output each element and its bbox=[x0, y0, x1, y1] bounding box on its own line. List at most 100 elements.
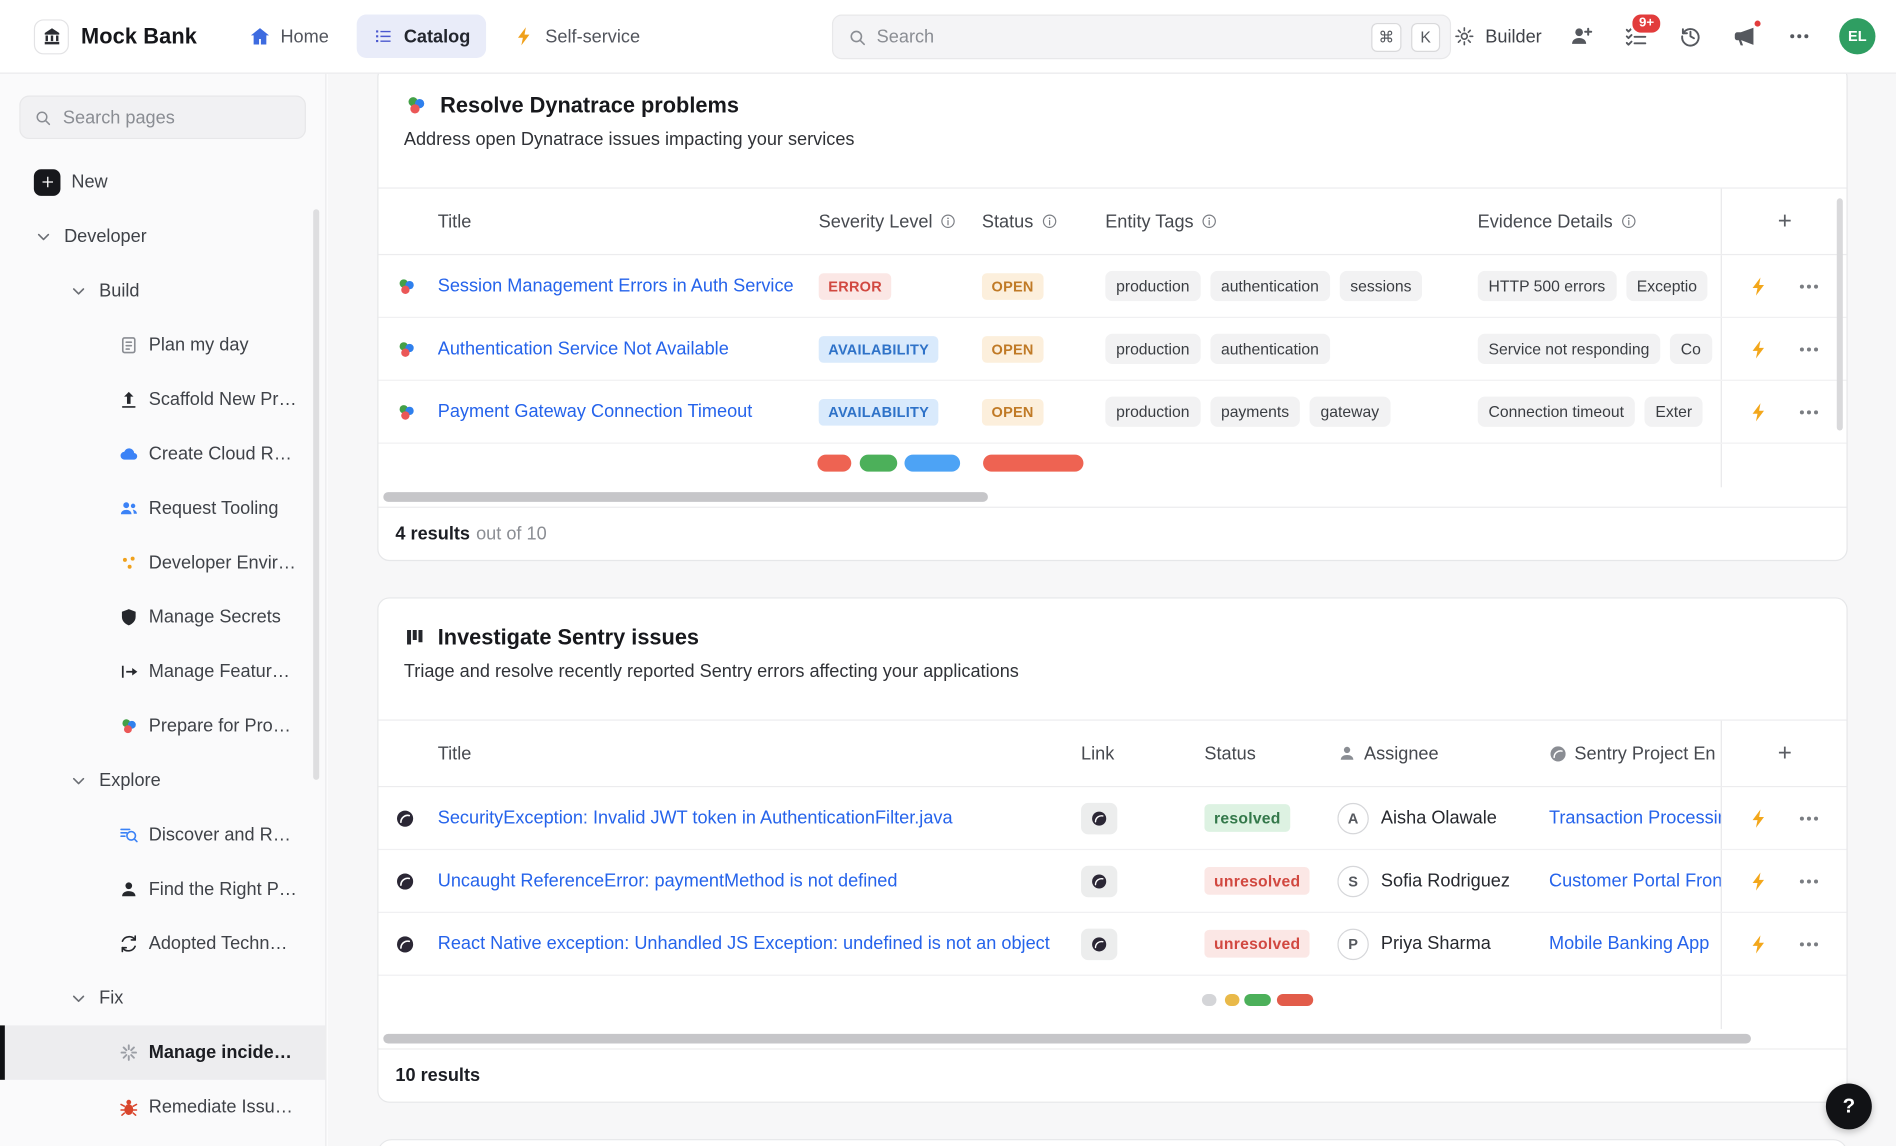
nav-catalog[interactable]: Catalog bbox=[357, 15, 486, 59]
sidebar-item-create-cloud[interactable]: Create Cloud R… bbox=[0, 427, 325, 481]
table-row: Session Management Errors in Auth Servic… bbox=[378, 255, 1846, 318]
sidebar-item-label: Manage Secrets bbox=[149, 607, 281, 628]
scrollbar-thumb[interactable] bbox=[383, 1034, 1751, 1044]
sidebar-section-explore[interactable]: Explore bbox=[0, 753, 325, 807]
evidence-pill: Exter bbox=[1645, 397, 1703, 427]
sidebar-item-remediate-issues[interactable]: Remediate Issu… bbox=[0, 1080, 325, 1134]
run-action-button[interactable] bbox=[1749, 275, 1771, 297]
tasks-button[interactable]: 9+ bbox=[1622, 22, 1651, 51]
entity-title-link[interactable]: Session Management Errors in Auth Servic… bbox=[438, 276, 794, 297]
plus-icon bbox=[34, 169, 61, 196]
column-header-title[interactable]: Title bbox=[438, 721, 1081, 786]
nav-self-service[interactable]: Self-service bbox=[498, 15, 656, 59]
global-search-input[interactable] bbox=[877, 27, 1362, 48]
row-menu-button[interactable] bbox=[1797, 806, 1821, 830]
column-header-link[interactable]: Link bbox=[1081, 721, 1204, 786]
announcements-button[interactable] bbox=[1730, 22, 1759, 51]
skeleton-chip bbox=[1244, 994, 1271, 1006]
sidebar-item-request-tooling[interactable]: Request Tooling bbox=[0, 481, 325, 535]
assignee-avatar: A bbox=[1337, 802, 1368, 833]
entity-title-link[interactable]: Authentication Service Not Available bbox=[438, 339, 729, 360]
sentry-link-button[interactable] bbox=[1081, 865, 1117, 896]
sidebar-section-fix[interactable]: Fix bbox=[0, 971, 325, 1025]
ellipsis-icon bbox=[1797, 274, 1821, 298]
status-badge: OPEN bbox=[982, 398, 1043, 425]
run-action-button[interactable] bbox=[1749, 401, 1771, 423]
sidebar-scrollbar[interactable] bbox=[313, 209, 319, 780]
project-link[interactable]: Transaction Processin bbox=[1549, 808, 1721, 829]
bolt-icon bbox=[1749, 401, 1771, 423]
user-avatar[interactable]: EL bbox=[1839, 18, 1875, 54]
bolt-icon bbox=[1749, 275, 1771, 297]
more-button[interactable] bbox=[1785, 22, 1814, 51]
sidebar-section-build[interactable]: Build bbox=[0, 264, 325, 318]
skeleton-chip bbox=[983, 455, 1083, 472]
add-column-button[interactable]: + bbox=[1778, 209, 1792, 233]
sidebar-section-developer[interactable]: Developer bbox=[0, 209, 325, 263]
sidebar-item-prepare-for-production[interactable]: Prepare for Pro… bbox=[0, 699, 325, 753]
project-link[interactable]: Mobile Banking App bbox=[1549, 934, 1709, 955]
invite-users-button[interactable] bbox=[1567, 22, 1596, 51]
row-menu-button[interactable] bbox=[1797, 932, 1821, 956]
row-menu-button[interactable] bbox=[1797, 337, 1821, 361]
nav-home[interactable]: Home bbox=[233, 15, 344, 59]
row-menu-button[interactable] bbox=[1797, 274, 1821, 298]
sentry-link-button[interactable] bbox=[1081, 928, 1117, 959]
global-search[interactable]: ⌘ K bbox=[832, 15, 1451, 60]
add-column-button[interactable]: + bbox=[1778, 741, 1792, 765]
sidebar-item-find-the-right[interactable]: Find the Right P… bbox=[0, 862, 325, 916]
run-action-button[interactable] bbox=[1749, 870, 1771, 892]
horizontal-scrollbar[interactable] bbox=[378, 1029, 1846, 1048]
issue-title-link[interactable]: Uncaught ReferenceError: paymentMethod i… bbox=[438, 871, 898, 892]
assignee-name: Sofia Rodriguez bbox=[1381, 871, 1510, 892]
entity-title-link[interactable]: Payment Gateway Connection Timeout bbox=[438, 401, 753, 422]
sidebar-item-adopted-tech[interactable]: Adopted Techn… bbox=[0, 917, 325, 971]
issue-title-link[interactable]: React Native exception: Unhandled JS Exc… bbox=[438, 934, 1050, 955]
scrollbar-thumb[interactable] bbox=[383, 492, 988, 502]
column-header-severity[interactable]: Severity Level bbox=[819, 189, 982, 254]
sidebar-item-manage-features[interactable]: Manage Featur… bbox=[0, 645, 325, 699]
column-header-title[interactable]: Title bbox=[438, 189, 819, 254]
sidebar-item-developer-environments[interactable]: Developer Envir… bbox=[0, 536, 325, 590]
issue-title-link[interactable]: SecurityException: Invalid JWT token in … bbox=[438, 808, 953, 829]
project-link[interactable]: Customer Portal Front bbox=[1549, 871, 1721, 892]
run-action-button[interactable] bbox=[1749, 933, 1771, 955]
sidebar-item-plan-my-day[interactable]: Plan my day bbox=[0, 318, 325, 372]
search-list-icon bbox=[119, 825, 140, 846]
card-title: Investigate Sentry issues bbox=[438, 625, 699, 650]
column-header-status[interactable]: Status bbox=[1204, 721, 1337, 786]
section-label: Fix bbox=[99, 988, 123, 1009]
sidebar-search[interactable] bbox=[19, 96, 306, 140]
nav-home-label: Home bbox=[280, 26, 328, 47]
run-action-button[interactable] bbox=[1749, 338, 1771, 360]
main-nav: Home Catalog Self-service bbox=[233, 15, 655, 59]
entity-tag: sessions bbox=[1339, 271, 1422, 301]
column-header-evidence[interactable]: Evidence Details bbox=[1478, 189, 1721, 254]
sidebar-item-scaffold[interactable]: Scaffold New Pr… bbox=[0, 372, 325, 426]
sidebar-item-manage-incidents[interactable]: Manage incide… bbox=[0, 1025, 325, 1079]
builder-button[interactable]: Builder bbox=[1454, 25, 1542, 47]
column-header-entity-tags[interactable]: Entity Tags bbox=[1105, 189, 1477, 254]
row-menu-button[interactable] bbox=[1797, 869, 1821, 893]
history-button[interactable] bbox=[1676, 22, 1705, 51]
horizontal-scrollbar[interactable] bbox=[378, 487, 1846, 506]
column-header-status[interactable]: Status bbox=[982, 189, 1105, 254]
vertical-scrollbar[interactable] bbox=[1837, 198, 1843, 430]
users-icon bbox=[119, 498, 140, 519]
dynatrace-icon bbox=[395, 275, 417, 297]
sidebar-item-new[interactable]: New bbox=[0, 155, 325, 209]
section-label: Explore bbox=[99, 770, 160, 791]
dots-cluster-icon bbox=[119, 553, 140, 574]
column-header-sentry-project[interactable]: Sentry Project En bbox=[1539, 721, 1720, 786]
run-action-button[interactable] bbox=[1749, 807, 1771, 829]
sentry-link-button[interactable] bbox=[1081, 802, 1117, 833]
column-header-assignee[interactable]: Assignee bbox=[1337, 721, 1539, 786]
row-menu-button[interactable] bbox=[1797, 400, 1821, 424]
sidebar-search-input[interactable] bbox=[63, 107, 292, 128]
k-key-badge: K bbox=[1411, 22, 1440, 51]
section-label: Build bbox=[99, 281, 139, 302]
entity-tag: production bbox=[1105, 271, 1200, 301]
sidebar-item-manage-secrets[interactable]: Manage Secrets bbox=[0, 590, 325, 644]
help-button[interactable]: ? bbox=[1826, 1083, 1872, 1129]
sidebar-item-discover[interactable]: Discover and R… bbox=[0, 808, 325, 862]
